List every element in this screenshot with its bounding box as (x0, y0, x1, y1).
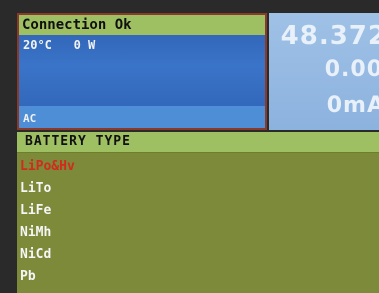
battery-type-panel: BATTERY TYPE LiPo&Hv LiTo LiFe NiMh NiCd… (17, 132, 379, 293)
readout-panel: 48.372 0.00 0mA (269, 13, 379, 130)
charger-screen: Connection Ok 20°C 0 W AC 48.372 0.00 0m… (0, 0, 379, 293)
battery-type-option[interactable]: Pb (17, 266, 379, 288)
battery-type-option[interactable]: NiMh (17, 222, 379, 244)
capacity-readout: 0mA (326, 93, 379, 118)
power-value: 0 W (73, 38, 96, 52)
battery-type-option[interactable]: LiPo&Hv (17, 156, 379, 178)
battery-type-option[interactable]: LiTo (17, 178, 379, 200)
temperature-power-line: 20°C 0 W (23, 37, 95, 53)
temperature-value: 20°C (23, 38, 52, 52)
connection-status: Connection Ok (19, 15, 265, 35)
battery-type-option[interactable]: NiCd (17, 244, 379, 266)
battery-type-title: BATTERY TYPE (17, 132, 379, 153)
status-panel: Connection Ok 20°C 0 W AC (17, 13, 267, 130)
current-readout: 0.00 (324, 57, 379, 82)
battery-type-option[interactable]: LiFe (17, 200, 379, 222)
power-source: AC (19, 106, 265, 128)
voltage-readout: 48.372 (280, 21, 379, 51)
battery-type-list: LiPo&Hv LiTo LiFe NiMh NiCd Pb (17, 156, 379, 288)
